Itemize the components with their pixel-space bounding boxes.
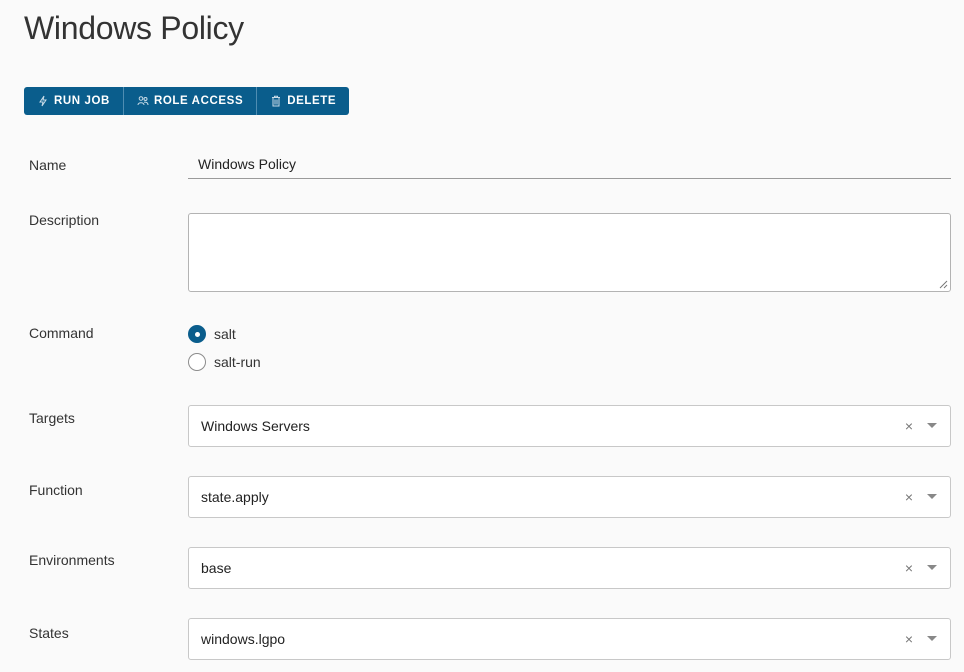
chevron-down-icon[interactable] (926, 491, 938, 503)
lightning-icon (39, 95, 47, 107)
environments-label: Environments (29, 552, 115, 568)
chevron-down-icon[interactable] (926, 633, 938, 645)
run-job-button[interactable]: RUN JOB (24, 87, 124, 115)
clear-icon[interactable]: × (902, 631, 916, 647)
action-button-group: RUN JOB ROLE ACCESS DELETE (24, 87, 350, 115)
targets-value: Windows Servers (201, 418, 310, 434)
run-job-label: RUN JOB (54, 95, 110, 107)
description-label: Description (29, 212, 100, 228)
role-access-label: ROLE ACCESS (153, 95, 244, 107)
chevron-down-icon[interactable] (926, 420, 938, 432)
command-label: Command (29, 325, 94, 341)
environments-value: base (201, 560, 232, 576)
page-title: Windows Policy (24, 10, 244, 46)
states-select[interactable]: windows.lgpo × (188, 618, 951, 660)
radio-option-salt-run[interactable]: salt-run (188, 353, 261, 371)
clear-icon[interactable]: × (902, 489, 916, 505)
function-value: state.apply (201, 489, 269, 505)
clear-icon[interactable]: × (902, 418, 916, 434)
users-icon (137, 96, 149, 106)
function-select[interactable]: state.apply × (188, 476, 951, 518)
targets-select[interactable]: Windows Servers × (188, 405, 951, 447)
environments-select[interactable]: base × (188, 547, 951, 589)
states-label: States (29, 625, 69, 641)
radio-label-salt-run: salt-run (214, 354, 261, 370)
targets-label: Targets (29, 410, 75, 426)
name-label: Name (29, 157, 67, 173)
states-value: windows.lgpo (201, 631, 286, 647)
job-detail-page: Windows Policy RUN JOB ROLE ACCESS DELET… (0, 0, 964, 672)
radio-option-salt[interactable]: salt (188, 325, 236, 343)
clear-icon[interactable]: × (902, 560, 916, 576)
description-textarea[interactable] (188, 213, 951, 292)
chevron-down-icon[interactable] (926, 562, 938, 574)
trash-icon (272, 95, 281, 107)
delete-label: DELETE (287, 95, 337, 107)
function-label: Function (29, 482, 83, 498)
radio-button-unchecked[interactable] (188, 353, 206, 371)
name-input[interactable]: Windows Policy (188, 153, 951, 179)
role-access-button[interactable]: ROLE ACCESS (124, 87, 258, 115)
radio-button-checked[interactable] (188, 325, 206, 343)
radio-label-salt: salt (214, 326, 236, 342)
resize-grip-icon[interactable] (939, 280, 948, 289)
delete-button[interactable]: DELETE (257, 87, 349, 115)
